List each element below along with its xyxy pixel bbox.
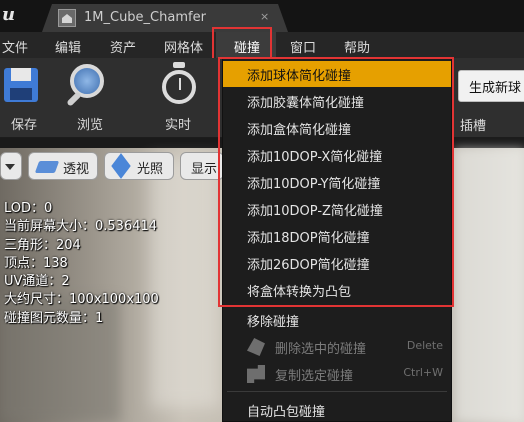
menu-item-label: 复制选定碰撞 — [275, 369, 354, 384]
perspective-button[interactable]: 透视 — [28, 152, 98, 180]
stat-collision-primitives: 碰撞图元数量：1 — [4, 310, 104, 326]
menu-asset[interactable]: 资产 — [110, 37, 136, 56]
stat-approx-size: 大约尺寸：100x100x100 — [4, 292, 159, 308]
menu-item-label: 移除碰撞 — [247, 315, 300, 330]
stopwatch-button-part — [173, 62, 185, 68]
stat-lod: LOD：0 — [4, 201, 53, 216]
menu-file[interactable]: 文件 — [2, 37, 28, 56]
menu-item-auto-convex-collision[interactable]: 自动凸包碰撞 — [223, 397, 451, 422]
viewport-options-button[interactable] — [0, 152, 22, 180]
unreal-logo: u — [2, 4, 16, 25]
shortcut-label: Ctrl+W — [403, 366, 443, 379]
menu-help[interactable]: 帮助 — [344, 37, 370, 56]
stat-triangles: 三角形：204 — [4, 237, 81, 253]
viewport-scene-shape — [455, 148, 524, 422]
menu-mesh[interactable]: 网格体 — [164, 37, 203, 56]
menu-item-duplicate-selected-collision[interactable]: 复制选定碰撞 Ctrl+W — [223, 361, 451, 387]
show-label: 显示 — [191, 162, 218, 177]
menu-item-label: 删除选中的碰撞 — [275, 342, 367, 357]
save-button[interactable]: 保存 — [0, 58, 54, 138]
shortcut-label: Delete — [406, 339, 443, 352]
menu-separator — [227, 391, 447, 392]
realtime-label: 实时 — [164, 118, 191, 133]
save-icon — [4, 68, 38, 102]
menu-edit[interactable]: 编辑 — [55, 37, 81, 56]
perspective-label: 透视 — [63, 162, 90, 177]
menu-window[interactable]: 窗口 — [290, 37, 316, 56]
viewport-scene-shape — [150, 158, 220, 408]
annotation-highlight-box — [218, 57, 454, 307]
stat-uv-channels: UV通道：2 — [4, 274, 70, 290]
stat-vertices: 顶点：138 — [4, 255, 68, 271]
save-label: 保存 — [10, 118, 37, 133]
mesh-stats-overlay: LOD：0 当前屏幕大小：0.536414 三角形：204 顶点：138 UV通… — [4, 200, 159, 328]
magnifier-handle — [66, 91, 82, 107]
chevron-down-icon — [5, 164, 15, 170]
lit-button[interactable]: 光照 — [104, 152, 174, 180]
browse-label: 浏览 — [76, 118, 103, 133]
socket-label[interactable]: 插槽 — [460, 115, 486, 134]
copy-icon — [247, 365, 265, 383]
menu-item-delete-selected-collision[interactable]: 删除选中的碰撞 Delete — [223, 334, 451, 360]
menu-item-label: 自动凸包碰撞 — [247, 405, 326, 420]
menu-item-remove-collision[interactable]: 移除碰撞 — [223, 307, 451, 333]
close-icon[interactable]: × — [260, 10, 269, 23]
lit-label: 光照 — [137, 162, 164, 177]
static-mesh-icon — [58, 9, 76, 27]
perspective-icon — [34, 161, 60, 173]
delete-icon — [247, 338, 265, 356]
generate-sphere-button[interactable]: 生成新球 — [458, 70, 524, 102]
realtime-icon — [162, 70, 196, 104]
generate-sphere-label: 生成新球 — [469, 81, 522, 96]
browse-button[interactable]: 浏览 — [60, 58, 120, 138]
realtime-button[interactable]: 实时 — [148, 58, 208, 138]
tab-title: 1M_Cube_Chamfer — [84, 10, 206, 25]
lit-cube-icon — [111, 153, 131, 179]
stat-screen-size: 当前屏幕大小：0.536414 — [4, 219, 158, 235]
